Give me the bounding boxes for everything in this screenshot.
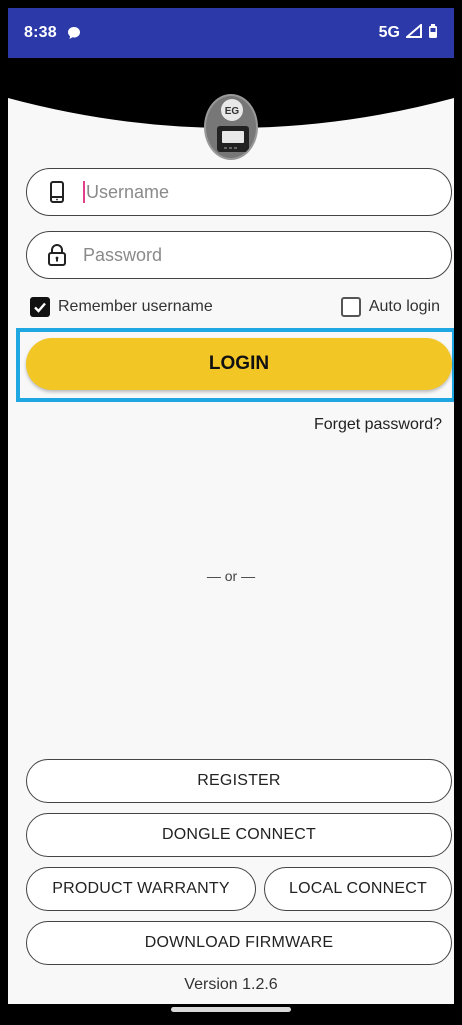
local-connect-button[interactable]: LOCAL CONNECT xyxy=(264,867,452,911)
dongle-connect-button[interactable]: DONGLE CONNECT xyxy=(26,813,452,857)
auto-login-checkbox[interactable] xyxy=(340,297,361,317)
lock-icon xyxy=(45,243,69,267)
product-warranty-button[interactable]: PRODUCT WARRANTY xyxy=(26,867,256,911)
app-logo: EG xyxy=(204,94,258,160)
auto-login-option[interactable]: Auto login xyxy=(340,297,440,317)
chat-notification-icon xyxy=(67,26,81,40)
password-field[interactable] xyxy=(26,231,452,279)
options-row: Remember username Auto login xyxy=(30,295,440,319)
app-screen: 8:38 5G EG Username Remember username Au… xyxy=(8,8,454,1017)
text-caret xyxy=(83,181,85,203)
login-button[interactable]: LOGIN xyxy=(26,338,452,390)
status-time: 8:38 xyxy=(24,24,57,41)
svg-text:EG: EG xyxy=(225,106,240,117)
auto-login-label[interactable]: Auto login xyxy=(369,298,440,316)
battery-icon xyxy=(428,23,438,44)
status-icons: 5G xyxy=(378,22,438,44)
password-input[interactable] xyxy=(83,244,383,266)
username-field[interactable] xyxy=(26,168,452,216)
signal-icon xyxy=(404,22,422,43)
register-button[interactable]: REGISTER xyxy=(26,759,452,803)
navigation-bar xyxy=(8,1004,454,1017)
remember-username-label[interactable]: Remember username xyxy=(58,298,213,316)
network-type: 5G xyxy=(378,24,400,41)
or-divider: — or — xyxy=(206,568,256,584)
status-bar: 8:38 5G xyxy=(8,8,454,58)
home-gesture-handle[interactable] xyxy=(171,1007,291,1012)
forget-password-link[interactable]: Forget password? xyxy=(314,416,442,434)
username-input[interactable] xyxy=(86,181,386,203)
remember-username-checkbox[interactable] xyxy=(30,297,50,317)
phone-icon xyxy=(45,180,69,204)
phone-frame: 8:38 5G EG Username Remember username Au… xyxy=(0,0,462,1025)
version-label: Version 1.2.6 xyxy=(184,976,278,993)
download-firmware-button[interactable]: DOWNLOAD FIRMWARE xyxy=(26,921,452,965)
